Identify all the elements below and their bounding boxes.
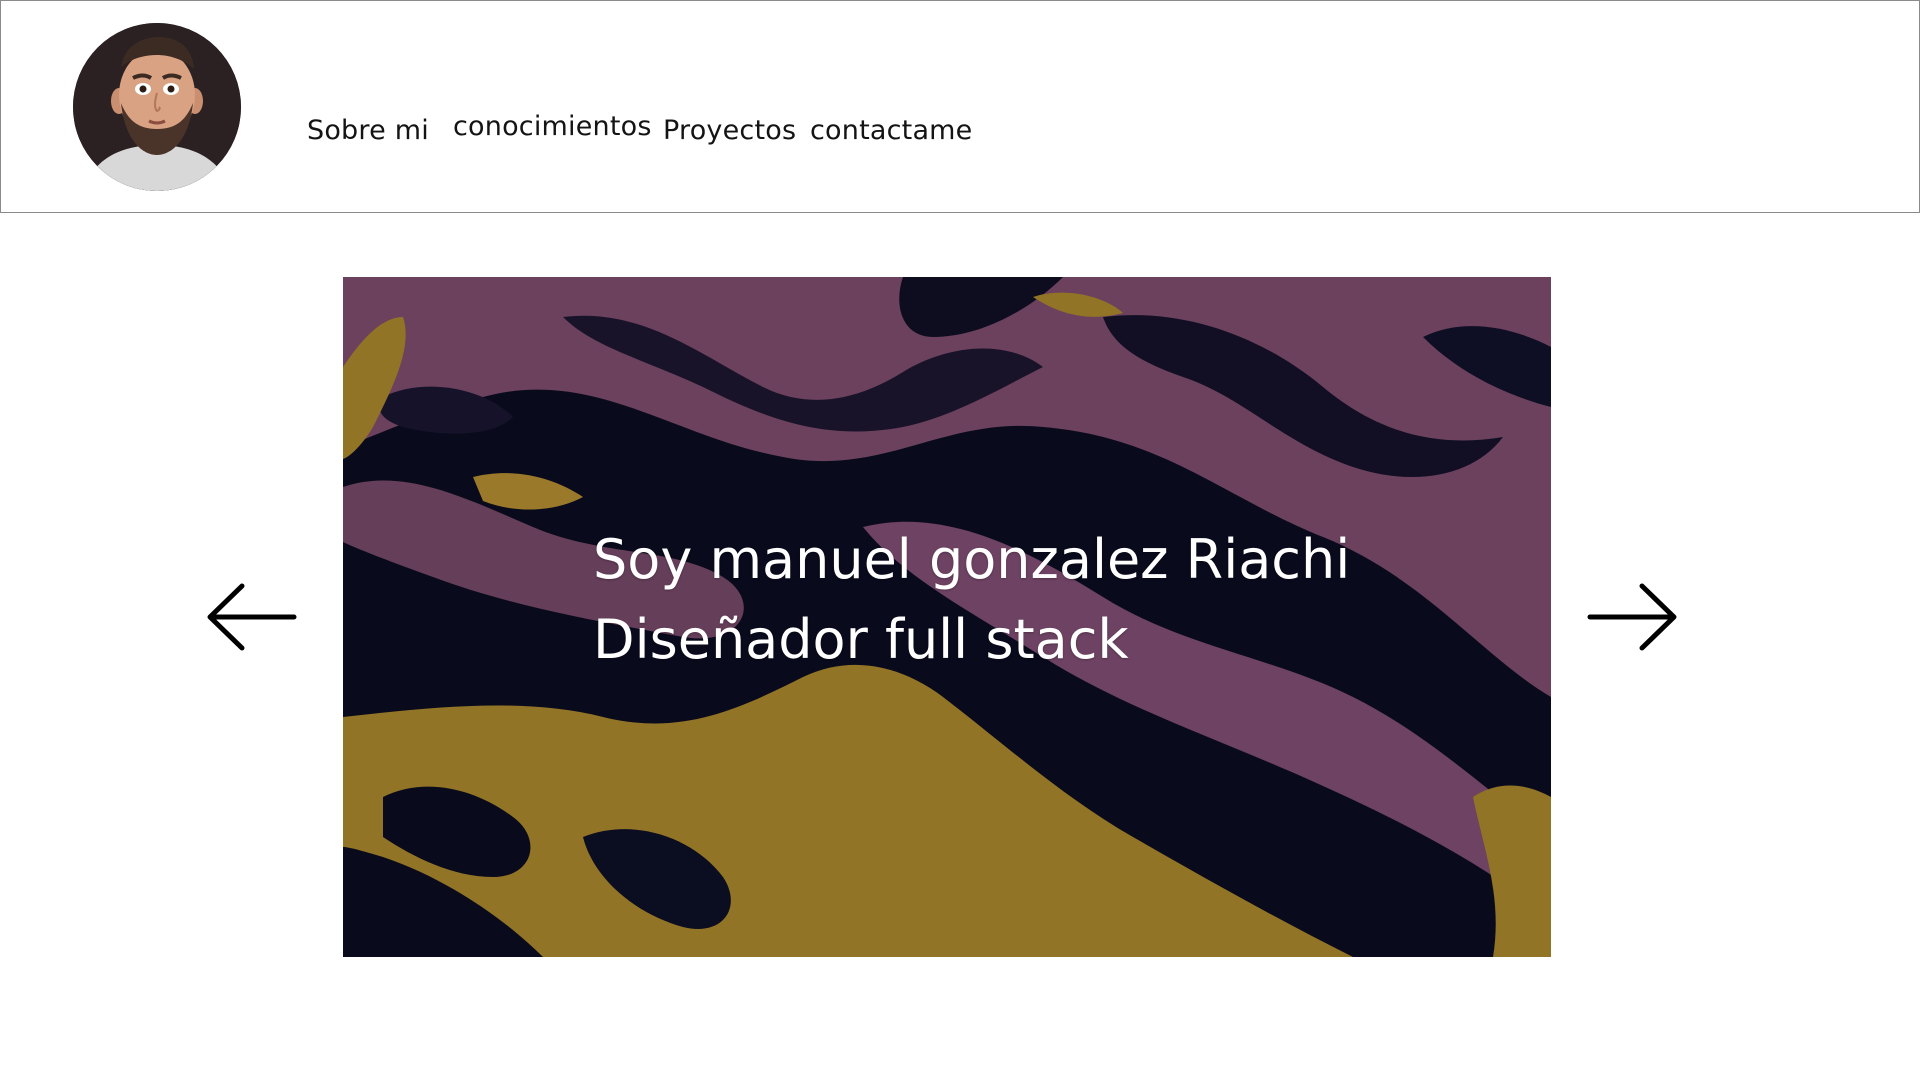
avatar-illustration — [73, 23, 241, 191]
avatar[interactable] — [73, 23, 241, 191]
carousel-prev-button[interactable] — [204, 580, 300, 654]
nav-link-sobre-mi[interactable]: Sobre mi — [307, 115, 429, 146]
arrow-left-icon — [207, 583, 297, 651]
carousel-next-button[interactable] — [1586, 580, 1682, 654]
hero-heading: Soy manuel gonzalez Riachi Diseñador ful… — [593, 520, 1350, 680]
hero-subtitle-line: Diseñador full stack — [593, 608, 1129, 671]
hero-slide: Soy manuel gonzalez Riachi Diseñador ful… — [343, 277, 1551, 957]
hero-title-line: Soy manuel gonzalez Riachi — [593, 528, 1351, 591]
nav-link-contactame[interactable]: contactame — [810, 115, 973, 146]
nav-link-conocimientos[interactable]: conocimientos — [453, 111, 652, 142]
arrow-right-icon — [1587, 583, 1677, 651]
site-header: Sobre mi conocimientos Proyectos contact… — [0, 0, 1920, 213]
nav-link-proyectos[interactable]: Proyectos — [663, 115, 796, 146]
